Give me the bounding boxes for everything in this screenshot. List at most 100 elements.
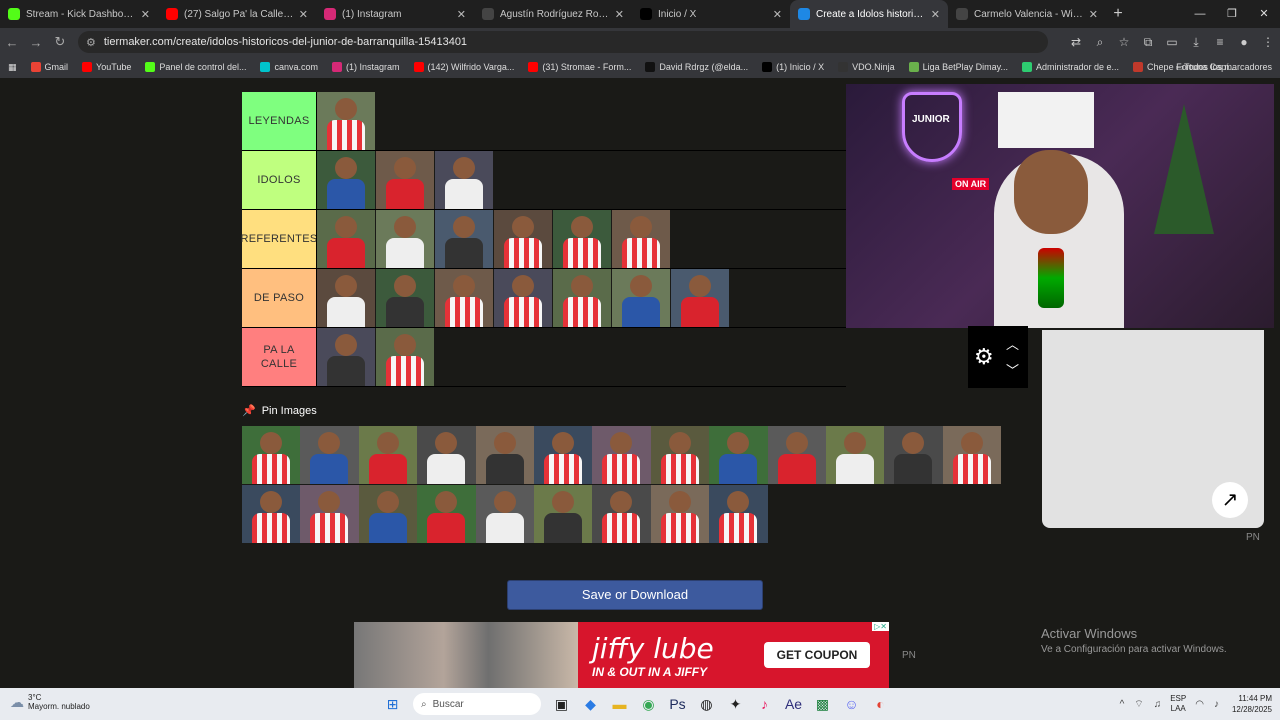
windows-start-icon[interactable]: ⊞ <box>378 696 407 713</box>
player-image[interactable] <box>825 426 885 484</box>
player-image[interactable] <box>317 151 375 209</box>
player-image[interactable] <box>671 269 729 327</box>
player-image[interactable] <box>376 269 434 327</box>
site-info-icon[interactable]: ⚙ <box>86 36 96 49</box>
player-image[interactable] <box>317 269 375 327</box>
minimize-icon[interactable]: — <box>1184 0 1216 28</box>
tier-items[interactable] <box>316 151 846 209</box>
menu-icon[interactable]: ⋮ <box>1256 35 1280 49</box>
nvidia-icon[interactable]: ▩ <box>808 696 837 713</box>
browser-tab[interactable]: Agustín Rodríguez Rosano - Wikipedia ✕ <box>474 0 632 28</box>
bookmark-item[interactable]: (31) Stromae - Form... <box>528 62 631 72</box>
close-icon[interactable]: ✕ <box>141 8 150 21</box>
player-image[interactable] <box>533 485 593 543</box>
bookmark-item[interactable]: canva.com <box>260 62 318 72</box>
volume-icon[interactable]: ♪ <box>1214 699 1219 710</box>
adchoices-icon[interactable]: ▷✕ <box>872 622 889 631</box>
forward-icon[interactable]: → <box>24 35 48 50</box>
tier-items[interactable] <box>316 269 846 327</box>
app-icon-1[interactable]: ✦ <box>721 696 750 713</box>
player-image[interactable] <box>709 426 768 484</box>
clock[interactable]: 11:44 PM 12/28/2025 <box>1232 693 1272 715</box>
player-image[interactable] <box>612 210 670 268</box>
mic-tray-icon[interactable]: ♫ <box>1154 699 1162 710</box>
chevron-down-icon[interactable]: ﹀ <box>1006 360 1019 379</box>
player-image[interactable] <box>475 485 534 543</box>
browser-tab[interactable]: Create a Idolos historicos del Junior ✕ <box>790 0 948 28</box>
browser-tab[interactable]: Carmelo Valencia - Wikipedia, la ✕ <box>948 0 1106 28</box>
tier-label[interactable]: DE PASO <box>242 269 316 327</box>
player-image[interactable] <box>317 328 375 386</box>
player-image[interactable] <box>300 485 359 543</box>
bookmark-star-icon[interactable]: ☆ <box>1112 35 1136 49</box>
bookmark-item[interactable]: (1) Instagram <box>332 62 400 72</box>
player-image[interactable] <box>358 426 418 484</box>
player-image[interactable] <box>533 426 593 484</box>
wifi-icon[interactable]: ◠ <box>1195 699 1204 710</box>
player-image[interactable] <box>242 485 301 543</box>
close-window-icon[interactable]: ✕ <box>1248 0 1280 28</box>
zoom-icon[interactable]: ⌕ <box>1088 35 1112 50</box>
obs-icon[interactable]: ◍ <box>692 696 721 713</box>
player-image[interactable] <box>942 426 1002 484</box>
player-image[interactable] <box>884 426 943 484</box>
player-image[interactable] <box>494 269 552 327</box>
player-image[interactable] <box>592 426 651 484</box>
player-image[interactable] <box>317 210 375 268</box>
taskbar-search[interactable]: ⌕ Buscar <box>413 693 541 715</box>
player-image[interactable] <box>376 210 434 268</box>
close-icon[interactable]: ✕ <box>1089 8 1098 21</box>
player-image[interactable] <box>317 92 375 150</box>
bookmark-item[interactable]: (1) Inicio / X <box>762 62 824 72</box>
copilot-icon[interactable]: ◆ <box>576 696 605 713</box>
player-image[interactable] <box>435 210 493 268</box>
player-image[interactable] <box>376 328 434 386</box>
advertisement[interactable]: jiffy lube IN & OUT IN A JIFFY GET COUPO… <box>354 622 889 688</box>
player-image[interactable] <box>767 426 826 484</box>
pin-images-header[interactable]: 📌 Pin Images <box>242 404 317 418</box>
new-tab-icon[interactable]: + <box>1106 0 1130 28</box>
player-image[interactable] <box>709 485 768 543</box>
bookmark-item[interactable]: (142) Wilfrido Varga... <box>413 62 514 72</box>
bookmark-item[interactable]: Liga BetPlay Dimay... <box>908 62 1008 72</box>
task-view-icon[interactable]: ▣ <box>547 696 576 713</box>
extensions-icon[interactable]: ⧉ <box>1136 35 1160 50</box>
bookmark-item[interactable]: YouTube <box>82 62 131 72</box>
close-icon[interactable]: ✕ <box>457 8 466 21</box>
photoshop-icon[interactable]: Ps <box>663 696 692 712</box>
translate-icon[interactable]: ⇄ <box>1064 35 1088 49</box>
tier-label[interactable]: PA LA CALLE <box>242 328 316 386</box>
tier-items[interactable] <box>316 328 846 386</box>
reload-icon[interactable]: ↻ <box>48 34 72 50</box>
restore-icon[interactable]: ❐ <box>1216 0 1248 28</box>
tiktok-icon[interactable]: ♪ <box>750 696 779 712</box>
bookmark-item[interactable]: David Rdrgz (@elda... <box>645 62 748 72</box>
chevron-up-icon[interactable]: ^ <box>1120 699 1125 710</box>
player-image[interactable] <box>417 426 476 484</box>
url-input[interactable]: ⚙ tiermaker.com/create/idolos-historicos… <box>78 31 1048 53</box>
chevron-up-icon[interactable]: ︿ <box>1006 334 1019 353</box>
language-indicator[interactable]: ESP LAA <box>1170 694 1186 714</box>
get-coupon-button[interactable]: GET COUPON <box>764 642 870 668</box>
player-image[interactable] <box>553 269 611 327</box>
chrome-icon[interactable]: ◉ <box>634 696 663 713</box>
close-icon[interactable]: ✕ <box>299 8 308 21</box>
player-image[interactable] <box>592 485 651 543</box>
close-icon[interactable]: ✕ <box>931 8 940 21</box>
player-image[interactable] <box>435 151 493 209</box>
tier-label[interactable]: LEYENDAS <box>242 92 316 150</box>
download-icon[interactable]: ⤓ <box>1184 35 1208 50</box>
player-image[interactable] <box>417 485 476 543</box>
back-icon[interactable]: ← <box>0 35 24 50</box>
browser-tab[interactable]: (27) Salgo Pa' la Calle - YouTube ✕ <box>158 0 316 28</box>
player-image[interactable] <box>650 485 710 543</box>
bookmark-item[interactable]: Panel de control del... <box>145 62 246 72</box>
player-image[interactable] <box>612 269 670 327</box>
close-icon[interactable]: ✕ <box>615 8 624 21</box>
bookmark-item[interactable]: Administrador de e... <box>1022 62 1119 72</box>
bookmark-item[interactable]: Gmail <box>30 62 68 72</box>
tier-label[interactable]: IDOLOS <box>242 151 316 209</box>
expand-arrow-icon[interactable]: ↗ <box>1212 482 1248 518</box>
sidepanel-icon[interactable]: ▭ <box>1160 35 1184 49</box>
adobe-icon[interactable]: Ae <box>779 696 808 712</box>
